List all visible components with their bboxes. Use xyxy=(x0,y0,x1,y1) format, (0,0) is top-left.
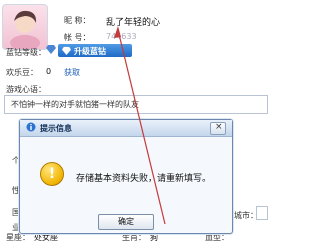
red-arrow-annotation xyxy=(114,26,166,225)
